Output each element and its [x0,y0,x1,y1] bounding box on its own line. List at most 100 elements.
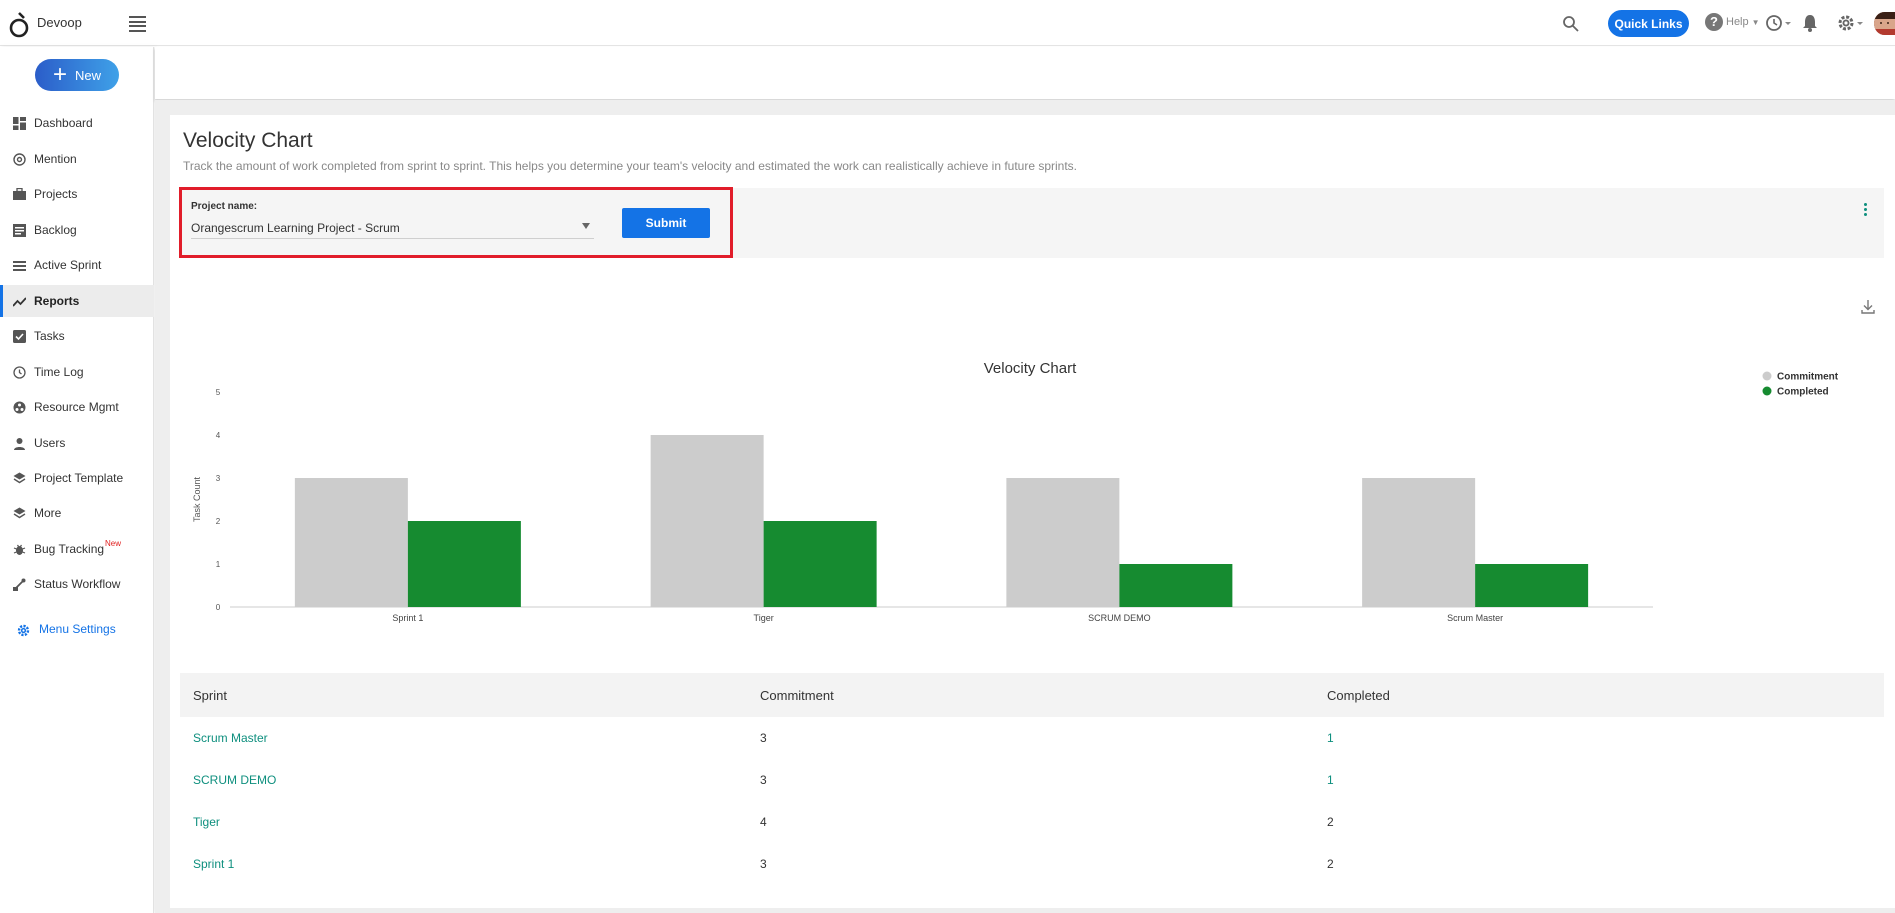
sidebar-item-bug-tracking[interactable]: Bug Tracking New [0,533,154,565]
sprint-icon [13,260,26,271]
sidebar-item-label: Tasks [34,329,65,343]
velocity-chart: Velocity Chart Task Count 0 1 2 3 4 5 Sprint 1 Ti… [180,285,1880,645]
completed-value: 1 [1327,773,1334,787]
x-tick-label: Tiger [754,613,774,623]
legend-swatch [1762,371,1772,381]
download-icon[interactable] [1860,299,1876,315]
sprint-link[interactable]: Sprint 1 [193,857,234,871]
sidebar-item-tasks[interactable]: Tasks [0,320,154,352]
sidebar-item-backlog[interactable]: Backlog [0,214,154,246]
sidebar-item-more[interactable]: More [0,497,154,529]
y-axis-label: Task Count [192,476,202,522]
top-bar: Devoop Quick Links ? Help ▼ [0,0,1895,46]
new-badge: New [105,539,122,548]
hamburger-menu-icon[interactable] [129,16,146,32]
new-button[interactable]: + New [35,59,119,91]
brand-name: Devoop [37,15,82,30]
sidebar-item-users[interactable]: Users [0,427,154,459]
sidebar-item-label: Reports [34,294,80,308]
sidebar-item-dashboard[interactable]: Dashboard [0,107,154,139]
y-tick-label: 3 [216,474,221,483]
resource-icon [13,401,26,413]
dashboard-icon [13,116,26,130]
sidebar-item-reports[interactable]: Reports [0,285,154,317]
search-icon[interactable] [1562,15,1580,33]
caret-down-icon [582,223,590,229]
table-header: Sprint Commitment Completed [180,673,1884,717]
help-menu[interactable]: ? Help ▼ [1705,13,1760,31]
check-box-icon [13,329,26,343]
table-row: SCRUM DEMO 3 1 [180,759,1884,801]
commitment-value: 3 [760,731,767,745]
main-content: Velocity Chart Track the amount of work … [155,100,1895,913]
new-button-label: New [75,67,102,83]
bar-commitment [1362,478,1476,607]
more-options-icon[interactable] [1862,203,1868,221]
chart-title: Velocity Chart [984,360,1077,377]
sidebar-item-time-log[interactable]: Time Log [0,356,154,388]
x-tick-label: Scrum Master [1447,613,1503,623]
y-tick-label: 4 [216,431,221,440]
x-tick-label: Sprint 1 [392,613,423,623]
caret-down-icon: ▼ [1751,17,1760,27]
project-select[interactable]: Orangescrum Learning Project - Scrum [191,217,594,239]
sidebar-item-resource-mgmt[interactable]: Resource Mgmt [0,391,154,423]
user-icon [14,437,25,450]
sidebar-item-project-template[interactable]: Project Template [0,462,154,494]
completed-value: 1 [1327,731,1334,745]
gear-icon[interactable] [1836,12,1864,34]
menu-settings-link[interactable]: Menu Settings [0,615,154,645]
bar-completed [407,521,521,607]
sub-header [155,47,1895,99]
velocity-table: Sprint Commitment Completed Scrum Master… [180,673,1884,885]
column-header-completed: Completed [1327,687,1390,703]
bar-completed [1119,564,1233,607]
layers-icon [13,507,26,518]
y-tick-label: 5 [216,388,221,397]
commitment-value: 3 [760,773,767,787]
sidebar-item-label: Time Log [34,365,84,379]
sprint-link[interactable]: SCRUM DEMO [193,773,276,787]
sidebar-item-label: Projects [34,187,78,201]
help-icon: ? [1705,13,1723,31]
help-label: Help [1726,16,1749,28]
sprint-link[interactable]: Tiger [193,815,220,829]
bug-icon [13,544,26,555]
sidebar-item-mention[interactable]: Mention [0,143,154,175]
submit-button[interactable]: Submit [622,208,710,238]
backlog-icon [13,223,26,237]
page-description: Track the amount of work completed from … [183,159,1078,173]
column-header-sprint: Sprint [193,687,227,703]
avatar[interactable] [1874,12,1895,35]
devoop-logo[interactable] [8,10,32,40]
completed-value: 2 [1327,815,1334,829]
bar-commitment [294,478,408,607]
sprint-link[interactable]: Scrum Master [193,731,268,745]
commitment-value: 4 [760,815,767,829]
sidebar-item-active-sprint[interactable]: Active Sprint [0,249,154,281]
sidebar-item-status-workflow[interactable]: Status Workflow [0,568,154,600]
clock-icon [13,365,26,379]
bar-completed [1475,564,1589,607]
sidebar-item-projects[interactable]: Projects [0,178,154,210]
sidebar-item-label: More [34,506,62,520]
project-name-label: Project name: [191,201,258,212]
table-row: Sprint 1 3 2 [180,843,1884,885]
sidebar-item-label: Mention [34,152,77,166]
legend-label: Commitment [1777,372,1839,383]
clock-icon[interactable] [1765,13,1793,33]
quick-links-button[interactable]: Quick Links [1608,10,1689,37]
briefcase-icon [13,187,26,200]
sidebar-item-label: Backlog [34,223,77,237]
layers-icon [13,472,26,483]
plus-icon: + [52,61,67,88]
sidebar-item-label: Dashboard [34,116,93,130]
bar-commitment [650,435,764,607]
commitment-value: 3 [760,857,767,871]
menu-settings-label: Menu Settings [39,622,116,636]
gear-icon [17,624,30,637]
trend-icon [13,296,26,307]
sidebar-item-label: Resource Mgmt [34,400,119,414]
bell-icon[interactable] [1801,13,1819,33]
sidebar: + New Dashboard Mention Projects Backlog… [0,47,154,913]
